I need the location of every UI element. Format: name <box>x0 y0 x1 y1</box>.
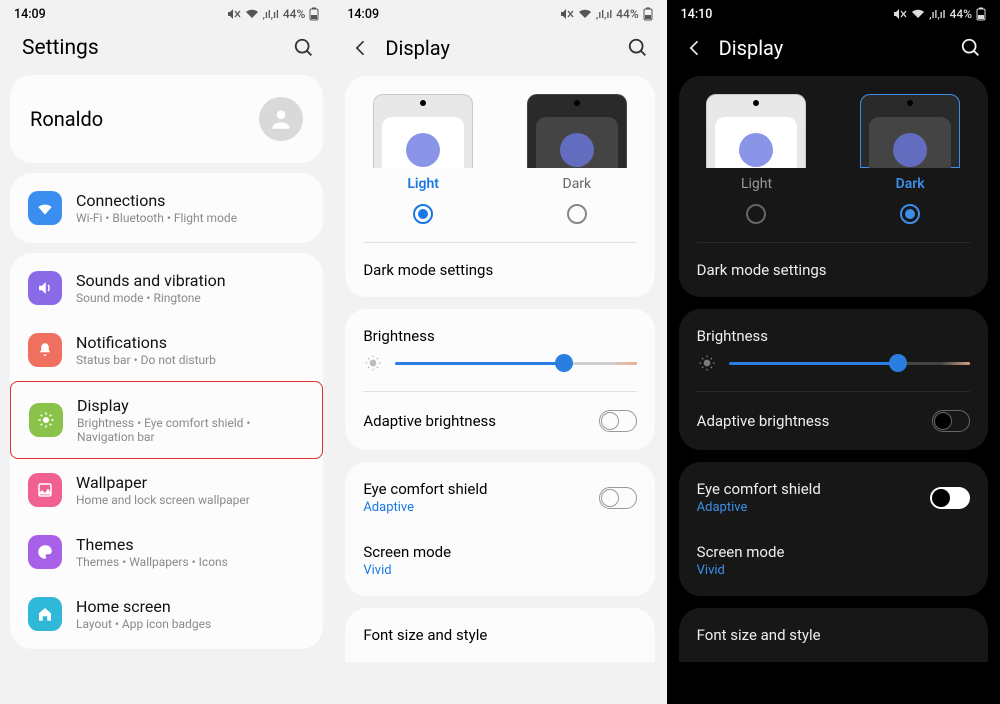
bell-icon <box>28 333 62 367</box>
battery-pct: 44% <box>616 7 638 21</box>
signal-icon: ‚ıl‚ıl <box>929 8 945 21</box>
item-themes[interactable]: ThemesThemes • Wallpapers • Icons <box>10 521 323 583</box>
font-card: Font size and style <box>345 608 654 662</box>
display-header: Display <box>333 28 666 70</box>
item-connections[interactable]: ConnectionsWi-Fi • Bluetooth • Flight mo… <box>10 177 323 239</box>
comfort-card: Eye comfort shield Adaptive Screen mode … <box>345 462 654 596</box>
theme-option-light[interactable]: Light <box>685 94 829 232</box>
brightness-icon <box>363 353 383 373</box>
theme-option-light[interactable]: Light <box>351 94 495 232</box>
status-bar: 14:09 ‚ıl‚ıl 44% <box>0 0 333 28</box>
light-preview <box>373 94 473 168</box>
page-title: Settings <box>22 36 293 60</box>
item-notifications[interactable]: NotificationsStatus bar • Do not disturb <box>10 319 323 381</box>
signal-icon: ‚ıl‚ıl <box>596 8 612 21</box>
back-button[interactable] <box>685 38 705 58</box>
back-button[interactable] <box>351 38 371 58</box>
status-bar: 14:10 ‚ıl‚ıl 44% <box>667 0 1000 28</box>
radio-light[interactable] <box>413 204 433 224</box>
status-bar: 14:09 ‚ıl‚ıl 44% <box>333 0 666 28</box>
light-preview <box>706 94 806 168</box>
sun-icon <box>29 403 63 437</box>
avatar <box>259 97 303 141</box>
dark-preview <box>860 94 960 168</box>
page-title: Display <box>385 36 626 60</box>
brightness-slider[interactable] <box>729 353 970 373</box>
wifi-icon <box>28 191 62 225</box>
adaptive-brightness-toggle[interactable] <box>932 410 970 432</box>
speaker-icon <box>28 271 62 305</box>
theme-card: Light Dark Dark mode settings <box>679 76 988 297</box>
dark-mode-settings-link[interactable]: Dark mode settings <box>679 247 988 293</box>
screen-mode-row[interactable]: Screen mode Vivid <box>679 529 988 592</box>
wifi-icon <box>578 8 592 20</box>
item-display[interactable]: DisplayBrightness • Eye comfort shield •… <box>10 381 323 459</box>
profile-card[interactable]: Ronaldo <box>10 75 323 163</box>
search-icon[interactable] <box>293 37 315 59</box>
settings-group-2: Sounds and vibrationSound mode • Rington… <box>10 253 323 649</box>
eye-comfort-toggle[interactable] <box>599 487 637 509</box>
screen-mode-row[interactable]: Screen mode Vivid <box>345 529 654 592</box>
mute-icon <box>560 8 574 20</box>
radio-dark[interactable] <box>900 204 920 224</box>
dark-preview <box>527 94 627 168</box>
search-icon[interactable] <box>627 37 649 59</box>
brightness-label: Brightness <box>345 313 654 349</box>
search-icon[interactable] <box>960 37 982 59</box>
home-icon <box>28 597 62 631</box>
brightness-card: Brightness Adaptive brightness <box>345 309 654 450</box>
radio-light[interactable] <box>746 204 766 224</box>
battery-icon <box>643 7 653 21</box>
display-header: Display <box>667 28 1000 70</box>
item-wallpaper[interactable]: WallpaperHome and lock screen wallpaper <box>10 459 323 521</box>
mute-icon <box>893 8 907 20</box>
status-time: 14:10 <box>681 7 713 22</box>
font-row[interactable]: Font size and style <box>345 612 654 658</box>
adaptive-brightness-row[interactable]: Adaptive brightness <box>345 396 654 446</box>
item-sounds[interactable]: Sounds and vibrationSound mode • Rington… <box>10 257 323 319</box>
theme-card: Light Dark Dark mode settings <box>345 76 654 297</box>
theme-option-dark[interactable]: Dark <box>838 94 982 232</box>
comfort-card: Eye comfort shield Adaptive Screen mode … <box>679 462 988 596</box>
settings-group-1: ConnectionsWi-Fi • Bluetooth • Flight mo… <box>10 173 323 243</box>
status-time: 14:09 <box>14 7 46 22</box>
settings-header: Settings <box>0 28 333 70</box>
battery-icon <box>309 7 319 21</box>
theme-option-dark[interactable]: Dark <box>505 94 649 232</box>
brightness-icon <box>697 353 717 373</box>
adaptive-brightness-row[interactable]: Adaptive brightness <box>679 396 988 446</box>
eye-comfort-toggle[interactable] <box>930 487 970 509</box>
page-title: Display <box>719 36 960 60</box>
font-card: Font size and style <box>679 608 988 662</box>
adaptive-brightness-toggle[interactable] <box>599 410 637 432</box>
status-time: 14:09 <box>347 7 379 22</box>
brightness-slider[interactable] <box>395 353 636 373</box>
radio-dark[interactable] <box>567 204 587 224</box>
font-row[interactable]: Font size and style <box>679 612 988 658</box>
wifi-icon <box>245 8 259 20</box>
battery-pct: 44% <box>950 7 972 21</box>
image-icon <box>28 473 62 507</box>
palette-icon <box>28 535 62 569</box>
battery-icon <box>976 7 986 21</box>
brightness-card: Brightness Adaptive brightness <box>679 309 988 450</box>
item-homescreen[interactable]: Home screenLayout • App icon badges <box>10 583 323 645</box>
wifi-icon <box>911 8 925 20</box>
brightness-label: Brightness <box>679 313 988 349</box>
battery-pct: 44% <box>283 7 305 21</box>
dark-mode-settings-link[interactable]: Dark mode settings <box>345 247 654 293</box>
eye-comfort-row[interactable]: Eye comfort shield Adaptive <box>345 466 654 529</box>
signal-icon: ‚ıl‚ıl <box>263 8 279 21</box>
mute-icon <box>227 8 241 20</box>
eye-comfort-row[interactable]: Eye comfort shield Adaptive <box>679 466 988 529</box>
profile-name: Ronaldo <box>30 107 259 131</box>
